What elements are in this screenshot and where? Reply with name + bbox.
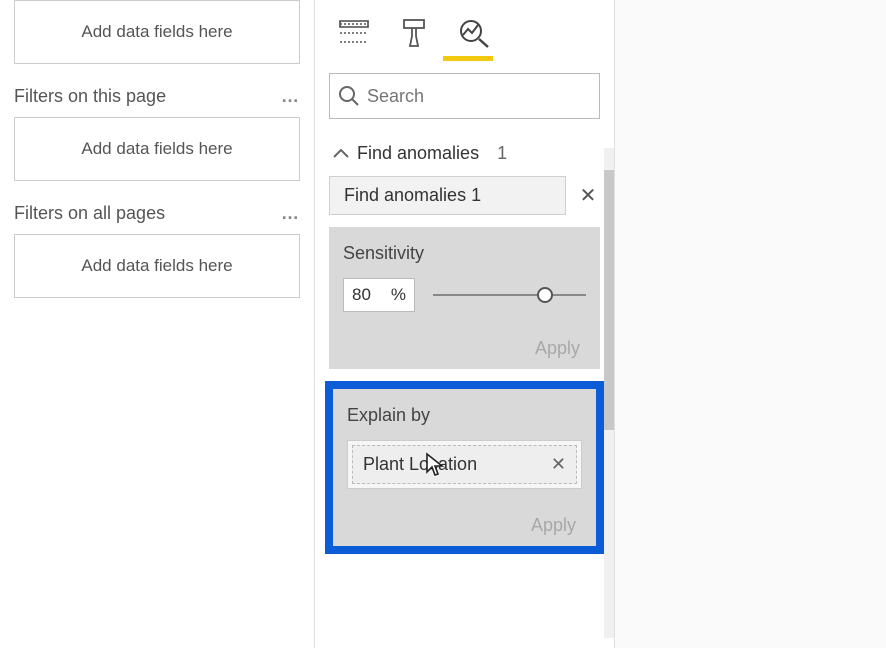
analytics-tab-icon[interactable] (457, 16, 491, 50)
anomaly-chip[interactable]: Find anomalies 1 (329, 176, 566, 215)
sensitivity-input[interactable]: 80 % (343, 278, 415, 312)
search-icon (330, 85, 367, 107)
dropzone-label: Add data fields here (81, 256, 232, 276)
active-tab-underline (443, 56, 493, 61)
filters-all-more-icon[interactable]: … (281, 203, 300, 224)
fields-tab-icon[interactable] (337, 16, 371, 50)
close-icon[interactable]: ✕ (576, 183, 600, 208)
filters-page-more-icon[interactable]: … (281, 86, 300, 107)
slider-track (433, 294, 586, 296)
viz-tab-row (315, 0, 614, 56)
filters-page-header: Filters on this page … (14, 86, 300, 107)
explain-by-fieldwell[interactable]: Plant Location ✕ (347, 440, 582, 489)
sensitivity-apply-button[interactable]: Apply (343, 338, 586, 359)
filters-all-dropzone[interactable]: Add data fields here (14, 234, 300, 298)
anomaly-chip-row: Find anomalies 1 ✕ (315, 176, 614, 223)
dropzone-label: Add data fields here (81, 22, 232, 42)
chevron-up-icon (333, 148, 349, 160)
explain-apply-button[interactable]: Apply (347, 515, 582, 536)
explain-by-field-label: Plant Location (363, 454, 477, 475)
search-input[interactable] (367, 86, 599, 107)
sensitivity-block: Sensitivity 80 % Apply (329, 227, 600, 369)
filters-all-label: Filters on all pages (14, 203, 165, 224)
filters-page-dropzone[interactable]: Add data fields here (14, 117, 300, 181)
filters-panel: Add data fields here Filters on this pag… (0, 0, 315, 648)
close-icon[interactable]: ✕ (551, 454, 566, 475)
explain-by-field-chip[interactable]: Plant Location ✕ (352, 445, 577, 484)
anomaly-chip-label: Find anomalies 1 (344, 185, 481, 205)
explain-by-highlight: Explain by Plant Location ✕ Apply (325, 381, 604, 554)
filters-all-header: Filters on all pages … (14, 203, 300, 224)
sensitivity-unit: % (391, 285, 406, 305)
sensitivity-slider[interactable] (433, 283, 586, 307)
expander-label: Find anomalies (357, 143, 479, 164)
sensitivity-value: 80 (352, 285, 371, 305)
filters-visual-dropzone[interactable]: Add data fields here (14, 0, 300, 64)
search-box[interactable] (329, 73, 600, 119)
scrollbar-thumb[interactable] (604, 170, 614, 430)
explain-by-label: Explain by (347, 405, 582, 426)
dropzone-label: Add data fields here (81, 139, 232, 159)
visualizations-panel: Find anomalies 1 Find anomalies 1 ✕ Sens… (315, 0, 615, 648)
filters-page-label: Filters on this page (14, 86, 166, 107)
expander-count: 1 (497, 143, 507, 164)
cursor-icon (425, 452, 445, 478)
canvas-area (615, 0, 886, 648)
sensitivity-label: Sensitivity (343, 243, 586, 264)
slider-thumb[interactable] (537, 287, 553, 303)
find-anomalies-expander[interactable]: Find anomalies 1 (315, 131, 614, 176)
format-tab-icon[interactable] (397, 16, 431, 50)
